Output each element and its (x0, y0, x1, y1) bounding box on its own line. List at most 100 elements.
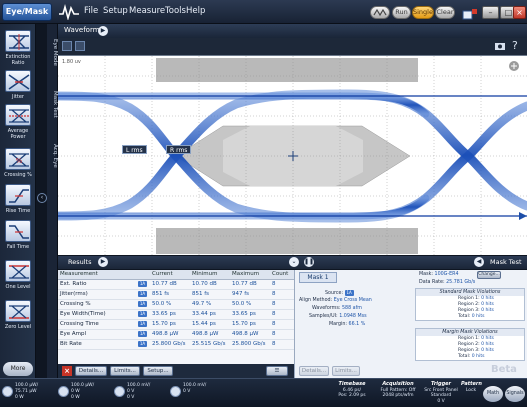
results-play-icon[interactable]: ▶ (98, 257, 108, 267)
minimum-value: 15.44 ps (190, 319, 230, 330)
samples-value: 1.0948 Mss (339, 314, 367, 319)
layout-split-icon[interactable] (75, 41, 85, 51)
change-mask-button[interactable]: Change... (477, 271, 501, 279)
one-level-icon (5, 260, 31, 282)
more-tools-button[interactable]: More (1/3) (3, 362, 33, 385)
tool-one-level[interactable]: One Level (2, 260, 34, 290)
mask-limits-button[interactable]: Limits... (332, 366, 360, 376)
setup-button[interactable]: Setup... (143, 366, 173, 376)
tool-extinction-ratio[interactable]: Extinction Ratio (2, 30, 34, 66)
tool-rise-time[interactable]: Rise Time (2, 184, 34, 214)
signals-button[interactable]: Signals (505, 386, 525, 402)
maximum-value: 25.800 Gb/s (230, 339, 270, 350)
tool-zero-level[interactable]: Zero Level (2, 300, 34, 330)
table-row[interactable]: Crossing % 1A 50.0 % 49.7 % 50.0 % 8 (58, 299, 294, 310)
measurement-name: Crossing % (58, 299, 136, 310)
menu-measure[interactable]: Measure (129, 6, 165, 16)
tool-jitter[interactable]: Jitter (2, 70, 34, 100)
tool-average-power[interactable]: Average Power (2, 104, 34, 140)
menu-help[interactable]: Help (186, 6, 205, 16)
samples-row: Samples/UI: 1.0948 Mss (309, 314, 367, 319)
minimize-button[interactable]: – (482, 6, 499, 19)
channel-tag-badge: 1A (138, 331, 147, 337)
eye-mask-mode-button[interactable]: Eye/Mask (2, 3, 52, 21)
violation-hits-value: 0 hits (481, 342, 494, 347)
pattern-status[interactable]: Pattern Lock (461, 381, 482, 393)
acquisition-status[interactable]: Acquisition Full Pattern: Off 2048 pts/w… (376, 381, 420, 399)
table-row[interactable]: Eye Width(Time) 1A 33.65 ps 33.44 ps 33.65 p… (58, 309, 294, 320)
margin-row: Margin: 66.1 % (329, 322, 365, 327)
close-button[interactable]: × (513, 6, 526, 19)
mask-details-button[interactable]: Details... (299, 366, 329, 376)
tool-crossing-percent[interactable]: % Crossing % (2, 148, 34, 178)
violation-region-label: Region 3: (458, 348, 480, 353)
minimum-value: 851 fs (190, 289, 230, 300)
waveforms-label: Waveforms: (312, 306, 341, 311)
limits-button[interactable]: Limits... (110, 366, 140, 376)
results-collapse-icon[interactable]: ⌄ (289, 257, 299, 267)
single-button[interactable]: Single (412, 6, 434, 19)
channel-tag: 1A (136, 289, 150, 300)
autoscale-button[interactable] (370, 6, 390, 19)
current-value: 498.8 µW (150, 329, 190, 340)
channel-tag-badge: 1A (138, 321, 147, 327)
minimum-value: 10.70 dB (190, 279, 230, 290)
delete-measurement-icon[interactable]: × (62, 366, 72, 376)
mask-test-tab[interactable]: Mask Test (490, 258, 522, 266)
layout-single-icon[interactable] (62, 41, 72, 51)
clear-button[interactable]: Clear (435, 6, 455, 19)
table-row[interactable]: Jitter(rms) 1A 851 fs 851 fs 947 fs 8 (58, 289, 294, 300)
timebase-scale: 6.46 ps/ (342, 387, 362, 393)
source-value: 1A (344, 290, 354, 296)
camera-icon[interactable] (494, 41, 506, 51)
crossing-percent-icon: % (5, 148, 31, 170)
app-logo-icon (59, 4, 79, 20)
side-tabs: Eye Mode Mask Test Acq. Eye (47, 24, 58, 390)
math-button[interactable]: Math (483, 386, 503, 402)
minimum-value: 33.44 ps (190, 309, 230, 320)
channel-4-offset: 0 V (183, 389, 191, 394)
table-row[interactable]: Ext. Ratio 1A 10.77 dB 10.70 dB 10.77 dB 8 (58, 279, 294, 290)
mask-pause-icon[interactable]: ❚❚ (304, 257, 314, 267)
channel-4-icon (170, 386, 181, 397)
mask-collapse-icon[interactable]: ◀ (474, 257, 484, 267)
tab-mask-test[interactable]: Mask Test (47, 82, 58, 126)
instrument-status-icon[interactable] (462, 6, 478, 20)
table-row[interactable]: Eye Ampl 1A 498.8 µW 498.8 µW 498.8 µW 8 (58, 329, 294, 340)
results-header: Results ▶ ⌄ ❚❚ ◀ Mask Test (58, 256, 527, 269)
trigger-mode: Standard (430, 393, 452, 398)
details-button[interactable]: Details... (75, 366, 107, 376)
channel-tag-badge: 1A (138, 341, 147, 347)
waveform-tab[interactable]: Waveform (64, 26, 100, 34)
tab-acq-eye[interactable]: Acq. Eye (47, 134, 58, 178)
trigger-status[interactable]: Trigger Src Front Panel Standard 0 V (422, 381, 460, 404)
table-row[interactable]: Bit Rate 1A 25.800 Gb/s 25.515 Gb/s 25.800 G… (58, 339, 294, 350)
menu-tools[interactable]: Tools (165, 6, 186, 16)
collapse-sidebar-icon[interactable]: ‹ (37, 193, 47, 203)
table-view-icon[interactable]: ☰ (266, 366, 288, 376)
channel-3-status[interactable]: 100.0 mV/ 0 V 0 V (114, 382, 169, 405)
help-icon[interactable]: ? (512, 39, 518, 52)
results-tab[interactable]: Results (68, 258, 91, 266)
run-button[interactable]: Run (392, 6, 411, 19)
measurement-name: Crossing Time (58, 319, 136, 330)
col-count: Count (270, 270, 294, 280)
extinction-ratio-icon (5, 30, 31, 52)
violation-hits-value: 0 hits (471, 314, 485, 319)
menu-setup[interactable]: Setup (103, 6, 128, 16)
waveform-toolbar: ? (58, 38, 527, 55)
mask-1-tab[interactable]: Mask 1 (299, 272, 337, 283)
violation-hits-value: 0 hits (471, 354, 485, 359)
table-row[interactable]: Crossing Time 1A 15.70 ps 15.44 ps 15.70 ps 8 (58, 319, 294, 330)
align-label: Align Method: (299, 298, 333, 303)
channel-2-status[interactable]: 100.0 µW/ 0 W 0 W (58, 382, 113, 405)
menu-file[interactable]: File (84, 6, 98, 16)
waveform-play-icon[interactable]: ▶ (98, 26, 108, 36)
timebase-status[interactable]: Timebase 6.46 ps/ Pos: 2.09 ps (330, 381, 374, 399)
channel-1-status[interactable]: 100.0 µW/ 75.71 µW 0 W (2, 382, 57, 405)
tool-fall-time[interactable]: Fall Time (2, 220, 34, 250)
tab-eye-mode[interactable]: Eye Mode (47, 30, 58, 74)
channel-4-status[interactable]: 100.0 mV/ 0 V (170, 382, 225, 405)
violation-row: Total: 0 hits (416, 314, 524, 320)
channel-tag-badge: 1A (138, 291, 147, 297)
